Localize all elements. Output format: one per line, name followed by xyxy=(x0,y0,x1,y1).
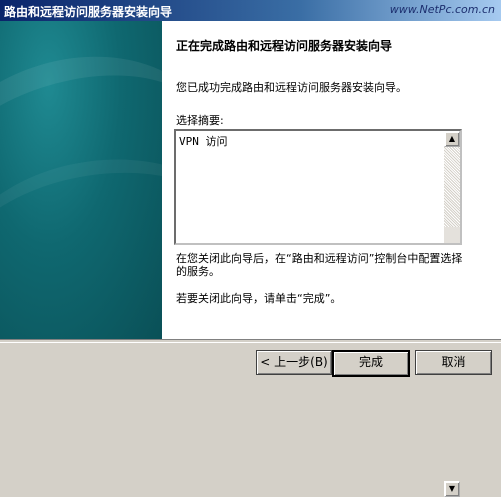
close-note: 若要关闭此向导，请单击“完成”。 xyxy=(176,292,342,305)
page-heading: 正在完成路由和远程访问服务器安装向导 xyxy=(176,39,393,53)
scroll-up-arrow-icon[interactable]: ▲ xyxy=(444,131,460,147)
configure-note: 在您关闭此向导后，在“路由和远程访问”控制台中配置选择的服务。 xyxy=(176,252,463,278)
window-title: 路由和远程访问服务器安装向导 xyxy=(4,5,173,19)
wizard-side-banner xyxy=(0,21,162,339)
watermark: www.NetPc.com.cn xyxy=(389,3,495,16)
scroll-down-arrow-icon[interactable]: ▼ xyxy=(444,481,460,497)
title-bar: 路由和远程访问服务器安装向导 www.NetPc.com.cn xyxy=(0,0,501,21)
back-button[interactable]: < 上一步(B) xyxy=(256,350,332,375)
button-divider xyxy=(0,339,501,343)
intro-text: 您已成功完成路由和远程访问服务器安装向导。 xyxy=(176,81,407,94)
summary-scrollbar[interactable]: ▲ ▼ xyxy=(444,131,460,497)
summary-item-vpn: VPN 访问 xyxy=(179,135,228,148)
summary-listbox[interactable]: VPN 访问 ▲ ▼ xyxy=(174,129,462,497)
scroll-track[interactable] xyxy=(444,147,460,227)
finish-button[interactable]: 完成 xyxy=(332,350,410,377)
cancel-button[interactable]: 取消 xyxy=(415,350,492,375)
summary-label: 选择摘要: xyxy=(176,114,224,127)
wizard-content: 正在完成路由和远程访问服务器安装向导 您已成功完成路由和远程访问服务器安装向导。… xyxy=(162,21,501,497)
